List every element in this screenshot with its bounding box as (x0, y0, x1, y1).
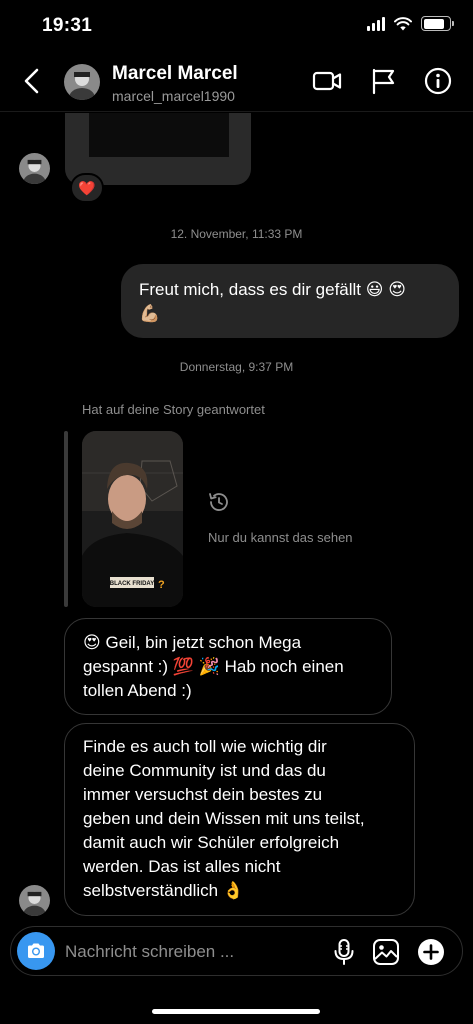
flexed-biceps-emoji: 💪🏼 (139, 304, 161, 323)
svg-text:?: ? (158, 579, 165, 591)
message-line: immer versuchst dein bestes zu (83, 785, 323, 804)
message-line: Finde es auch toll wie wichtig dir (83, 737, 327, 756)
incoming-message[interactable]: Finde es auch toll wie wichtig dir deine… (64, 723, 415, 916)
info-icon[interactable] (423, 66, 453, 96)
message-text: Freut mich, dass es dir gefällt (139, 280, 362, 299)
sender-avatar[interactable] (19, 885, 50, 916)
message-thread[interactable]: ❤️ 12. November, 11:33 PM Freut mich, da… (0, 113, 473, 925)
heart-reaction[interactable]: ❤️ (70, 173, 104, 203)
hundred-points-emoji: 💯 (172, 657, 194, 676)
story-thumbnail[interactable]: BLACK FRIDAY ? (82, 431, 183, 607)
status-icons (367, 16, 454, 31)
battery-icon (421, 16, 454, 31)
status-bar: 19:31 (0, 0, 473, 50)
shirt-print: BLACK FRIDAY (110, 581, 154, 587)
timestamp: 12. November, 11:33 PM (170, 227, 303, 241)
home-indicator (152, 1009, 320, 1014)
camera-icon (28, 943, 44, 958)
story-reply-caption: Hat auf deine Story geantwortet (82, 402, 265, 417)
message-line: selbstverständlich 👌 (83, 879, 396, 903)
message-line: damit auch wir Schüler erfolgreich (83, 833, 340, 852)
heart-eyes-emoji: 😍 (388, 280, 406, 299)
incoming-message[interactable]: 😍 Geil, bin jetzt schon Mega gespannt :)… (64, 618, 392, 715)
ok-hand-emoji: 👌 (222, 881, 245, 900)
heart-eyes-emoji: 😍 (83, 633, 101, 652)
avatar[interactable] (64, 64, 100, 100)
heart-icon: ❤️ (78, 179, 96, 196)
timestamp: Donnerstag, 9:37 PM (179, 360, 294, 374)
wifi-icon (394, 16, 412, 30)
contact-name[interactable]: Marcel Marcel (112, 63, 238, 85)
back-chevron-icon[interactable] (18, 66, 48, 96)
message-line: geben und dein Wissen mit uns teilst, (83, 809, 365, 828)
message-composer (10, 926, 463, 976)
outgoing-message[interactable]: Freut mich, dass es dir gefällt 😃 😍 💪🏼 (121, 264, 459, 338)
message-line: gespannt :) (83, 657, 169, 676)
message-line: Hab noch einen (224, 657, 344, 676)
signal-icon (367, 16, 385, 31)
message-input[interactable] (65, 940, 315, 964)
message-line: deine Community ist und das du (83, 761, 326, 780)
story-visibility-note: Nur du kannst das sehen (208, 530, 353, 545)
microphone-icon[interactable] (329, 937, 359, 967)
message-line: werden. Das ist alles nicht (83, 857, 281, 876)
camera-button[interactable] (17, 932, 55, 970)
message-line: tollen Abend :) (83, 681, 192, 700)
smile-emoji: 😃 (365, 280, 384, 299)
message-line-text: selbstverständlich (83, 881, 219, 900)
status-time: 19:31 (42, 15, 93, 36)
party-popper-emoji: 🎉 (198, 657, 220, 676)
chat-header: Marcel Marcel marcel_marcel1990 (0, 52, 473, 112)
flag-icon[interactable] (368, 66, 398, 96)
replay-icon (209, 493, 228, 511)
contact-username[interactable]: marcel_marcel1990 (112, 88, 235, 104)
plus-circle-icon[interactable] (416, 937, 446, 967)
message-line: Geil, bin jetzt schon Mega (105, 633, 302, 652)
battery-level (423, 18, 444, 29)
sender-avatar[interactable] (19, 153, 50, 184)
video-call-icon[interactable] (312, 66, 342, 96)
story-reply-divider (64, 431, 68, 607)
gallery-icon[interactable] (371, 937, 401, 967)
